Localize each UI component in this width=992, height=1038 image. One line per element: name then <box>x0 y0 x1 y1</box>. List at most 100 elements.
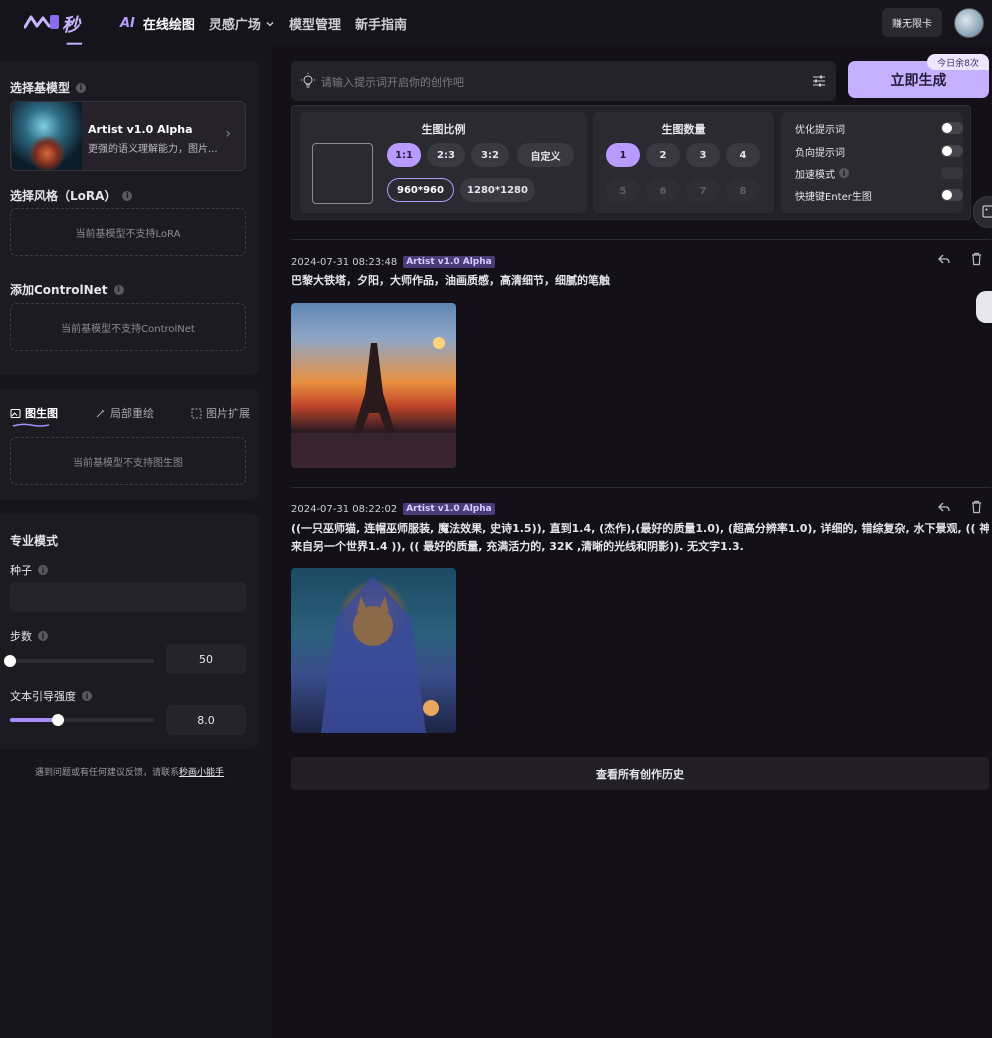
divider <box>291 487 991 488</box>
steps-slider[interactable] <box>4 655 154 667</box>
guidance-value-input[interactable]: 8.0 <box>166 705 246 735</box>
prompt-input[interactable]: 请输入提示词开启你的创作吧 <box>291 61 836 101</box>
count-panel: 生图数量 1 2 3 4 5 6 7 8 <box>593 112 774 213</box>
generated-image-eiffel[interactable] <box>291 303 456 468</box>
image-upload-icon <box>982 205 992 218</box>
img2img-placeholder: 当前基模型不支持图生图 <box>10 437 246 485</box>
logo[interactable]: 秒画 <box>24 10 94 62</box>
top-header: 秒画 AI 在线绘图 灵感广场 模型管理 新手指南 赚无限卡 <box>0 0 992 62</box>
size-option-960[interactable]: 960*960 <box>387 178 454 202</box>
prompt-placeholder: 请输入提示词开启你的创作吧 <box>321 76 464 89</box>
tab-img2img[interactable]: 图生图 <box>10 405 58 421</box>
history-prompt-1: 巴黎大铁塔，夕阳，大师作品，油画质感，高清细节，细腻的笔触 <box>291 274 610 287</box>
info-icon[interactable]: i <box>76 82 87 93</box>
count-option-7[interactable]: 7 <box>686 179 720 203</box>
count-option-3[interactable]: 3 <box>686 143 720 167</box>
settings-sliders-icon[interactable] <box>811 73 827 89</box>
ratio-option-2-3[interactable]: 2:3 <box>427 143 465 167</box>
nav-inspiration[interactable]: 灵感广场 <box>209 14 275 33</box>
trash-icon[interactable] <box>970 252 983 266</box>
guidance-heading: 文本引导强度 i <box>10 688 92 704</box>
guidance-slider-handle[interactable] <box>51 714 64 726</box>
count-option-2[interactable]: 2 <box>646 143 680 167</box>
logo-wave-icon <box>24 15 59 29</box>
image-icon <box>10 408 21 418</box>
nav-beginner-guide[interactable]: 新手指南 <box>355 14 407 33</box>
chevron-down-icon <box>266 21 274 26</box>
fast-mode-toggle[interactable] <box>941 167 963 179</box>
history-prompt-2-line2: 来自另一个世界1.4 )), (( 最好的质量, 充满活力的, 32K ,清晰的… <box>291 540 744 553</box>
floating-app-icon[interactable] <box>976 291 992 323</box>
brush-icon <box>96 409 105 417</box>
nav-online-drawing[interactable]: AI 在线绘图 <box>120 14 195 33</box>
tab-inpaint-label: 局部重绘 <box>110 407 154 420</box>
lora-placeholder: 当前基模型不支持LoRA <box>10 208 246 256</box>
negative-prompt-toggle[interactable] <box>941 145 963 157</box>
toggle-label-negative: 负向提示词 <box>795 147 845 159</box>
count-option-4[interactable]: 4 <box>726 143 760 167</box>
guidance-slider[interactable] <box>10 714 154 726</box>
ratio-preview <box>312 143 373 204</box>
guidance-label: 文本引导强度 <box>10 690 76 703</box>
model-thumbnail <box>12 102 82 170</box>
info-icon[interactable]: i <box>122 190 133 201</box>
count-option-6[interactable]: 6 <box>646 179 680 203</box>
tab-inpaint[interactable]: 局部重绘 <box>95 405 154 421</box>
model-name: Artist v1.0 Alpha <box>88 123 193 136</box>
controlnet-heading: 添加ControlNet i <box>10 281 124 298</box>
count-option-5[interactable]: 5 <box>606 179 640 203</box>
count-option-8[interactable]: 8 <box>726 179 760 203</box>
count-option-1[interactable]: 1 <box>606 143 640 167</box>
info-icon[interactable]: i <box>82 691 92 701</box>
enter-shortcut-toggle[interactable] <box>941 189 963 201</box>
count-title: 生图数量 <box>661 123 706 136</box>
info-icon[interactable]: i <box>839 168 849 178</box>
history-meta-1: 2024-07-31 08:23:48 Artist v1.0 Alpha <box>291 256 495 268</box>
model-tag: Artist v1.0 Alpha <box>403 503 495 515</box>
ratio-option-custom[interactable]: 自定义 <box>517 143 574 167</box>
optimize-prompt-toggle[interactable] <box>941 122 963 134</box>
history-time: 2024-07-31 08:23:48 <box>291 256 398 268</box>
feedback-note: 遇到问题或有任何建议反馈，请联系秒画小能手 <box>0 765 259 778</box>
main-content: 请输入提示词开启你的创作吧 立即生成 今日余8次 生图比例 1:1 2:3 3:… <box>272 46 992 1038</box>
model-settings-card: 选择基模型 i Artist v1.0 Alpha 更强的语义理解能力，图片...… <box>0 61 259 375</box>
tab-img2img-label: 图生图 <box>25 407 58 420</box>
info-icon[interactable]: i <box>38 631 48 641</box>
steps-value-input[interactable]: 50 <box>166 644 246 674</box>
user-avatar[interactable] <box>954 8 984 38</box>
nav-online-label: 在线绘图 <box>142 18 195 33</box>
ratio-option-3-2[interactable]: 3:2 <box>471 143 509 167</box>
controlnet-placeholder: 当前基模型不支持ControlNet <box>10 303 246 351</box>
size-option-1280[interactable]: 1280*1280 <box>460 178 535 202</box>
controlnet-label: 添加ControlNet <box>10 283 108 297</box>
nav-model-management[interactable]: 模型管理 <box>289 14 341 33</box>
generation-options: 生图比例 1:1 2:3 3:2 自定义 960*960 1280*1280 生… <box>291 105 971 220</box>
model-selector[interactable]: Artist v1.0 Alpha 更强的语义理解能力，图片... › <box>10 101 246 171</box>
toggle-row-optimize: 优化提示词 <box>795 120 963 136</box>
feedback-link[interactable]: 秒画小能手 <box>179 768 224 778</box>
vip-card-button[interactable]: 赚无限卡 <box>882 8 942 37</box>
toggle-label-enter: 快捷键Enter生图 <box>795 191 872 203</box>
generated-image-wizard-cat[interactable] <box>291 568 456 733</box>
seed-input[interactable] <box>10 582 246 612</box>
history-prompt-2-line1: ((一只巫师猫, 连帽巫师服装, 魔法效果, 史诗1.5)), 直到1.4, (… <box>291 522 989 535</box>
floating-image-button[interactable] <box>973 196 992 228</box>
lora-heading: 选择风格（LoRA） i <box>10 187 133 204</box>
toggle-row-negative: 负向提示词 <box>795 143 963 159</box>
reuse-icon[interactable] <box>937 500 951 514</box>
steps-label: 步数 <box>10 630 32 643</box>
steps-heading: 步数 i <box>10 628 48 644</box>
info-icon[interactable]: i <box>113 284 124 295</box>
toggles-panel: 优化提示词 负向提示词 加速模式 i 快捷键Enter生图 <box>781 112 963 213</box>
trash-icon[interactable] <box>970 500 983 514</box>
steps-slider-handle[interactable] <box>4 655 16 667</box>
ratio-option-1-1[interactable]: 1:1 <box>387 143 421 167</box>
view-all-history-button[interactable]: 查看所有创作历史 <box>291 757 989 790</box>
info-icon[interactable]: i <box>38 565 48 575</box>
reuse-icon[interactable] <box>937 252 951 266</box>
history-meta-2: 2024-07-31 08:22:02 Artist v1.0 Alpha <box>291 503 495 515</box>
wizard-cat-shape <box>321 576 439 733</box>
toggle-row-fast: 加速模式 i <box>795 165 963 181</box>
tab-outpaint[interactable]: 图片扩展 <box>191 405 250 421</box>
nav-inspiration-label: 灵感广场 <box>208 18 261 33</box>
